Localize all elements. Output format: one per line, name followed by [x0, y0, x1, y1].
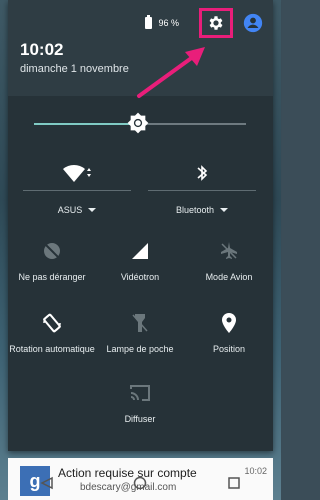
flashlight-icon — [132, 314, 148, 332]
battery-icon — [145, 15, 153, 29]
battery-level: 96 % — [158, 18, 179, 28]
user-avatar-icon[interactable] — [243, 13, 263, 33]
chevron-down-icon[interactable] — [88, 208, 97, 212]
tile-cast-label: Diffuser — [124, 414, 156, 424]
bluetooth-icon — [197, 165, 208, 181]
location-pin-icon — [222, 313, 236, 333]
settings-button[interactable] — [199, 8, 233, 38]
tile-location-label: Position — [212, 344, 246, 354]
annotation-arrow — [137, 47, 205, 98]
auto-rotate-icon — [43, 313, 61, 333]
slider-fill — [34, 123, 138, 125]
gear-icon — [209, 16, 223, 30]
recents-icon — [228, 477, 240, 489]
cast-icon — [130, 385, 150, 401]
status-bar: 96 % — [145, 8, 263, 38]
tile-cellular[interactable]: Vidéotron — [96, 236, 184, 282]
airplane-icon — [221, 242, 237, 259]
tile-wifi-label: ASUS — [57, 205, 83, 215]
brightness-slider[interactable] — [34, 112, 246, 136]
tile-bluetooth[interactable]: Bluetooth — [148, 158, 256, 218]
tile-cellular-label: Vidéotron — [120, 272, 160, 282]
tile-flashlight-label: Lampe de poche — [106, 344, 174, 354]
signal-icon — [132, 243, 148, 259]
tile-location[interactable]: Position — [185, 308, 273, 354]
tile-flashlight[interactable]: Lampe de poche — [96, 308, 184, 354]
home-button[interactable] — [130, 473, 150, 493]
brightness-icon[interactable] — [127, 112, 149, 134]
tile-dnd-label: Ne pas déranger — [18, 272, 86, 282]
divider — [23, 190, 131, 191]
navigation-bar — [0, 466, 281, 500]
tile-cast[interactable]: Diffuser — [96, 378, 184, 424]
tile-bluetooth-label: Bluetooth — [175, 205, 215, 215]
chevron-down-icon[interactable] — [220, 208, 229, 212]
recents-button[interactable] — [224, 473, 244, 493]
back-button[interactable] — [37, 473, 57, 493]
clock: 10:02 — [20, 40, 64, 59]
tile-rotation-label: Rotation automatique — [9, 344, 95, 354]
tile-airplane-label: Mode Avion — [205, 272, 253, 282]
tile-airplane[interactable]: Mode Avion — [185, 236, 273, 282]
tile-rotation[interactable]: Rotation automatique — [8, 308, 96, 354]
wifi-icon — [63, 164, 91, 182]
divider — [148, 190, 256, 191]
back-icon — [40, 476, 53, 490]
date: dimanche 1 novembre — [20, 63, 129, 75]
tile-dnd[interactable]: Ne pas déranger — [8, 236, 96, 282]
do-not-disturb-icon — [44, 243, 60, 259]
home-icon — [134, 476, 147, 490]
tile-wifi[interactable]: ASUS — [23, 158, 131, 218]
